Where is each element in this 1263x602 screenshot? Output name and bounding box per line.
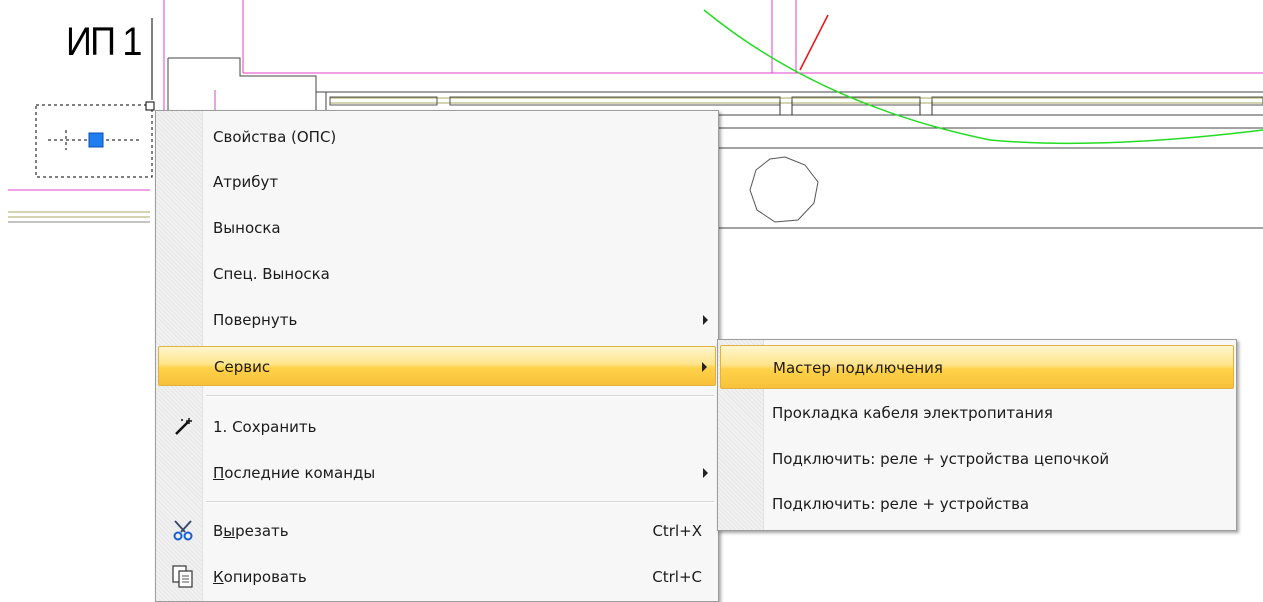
label-part: резать <box>235 522 289 540</box>
label-part: В <box>213 522 224 540</box>
label-part: опировать <box>223 568 307 586</box>
selection-grip[interactable] <box>88 132 104 148</box>
menu-separator <box>206 395 714 397</box>
menu-item-label: Повернуть <box>213 311 298 329</box>
menu-item-label: Свойства (ОПС) <box>213 128 337 146</box>
access-key: ы <box>223 522 236 540</box>
menu-item-attribute[interactable]: Атрибут <box>158 162 716 202</box>
device-label: ИП 1 <box>66 20 142 64</box>
label-part: оследние команды <box>224 464 376 482</box>
menu-item-properties[interactable]: Свойства (ОПС) <box>158 117 716 157</box>
context-menu: Свойства (ОПС) Атрибут Выноска Спец. Вын… <box>155 110 719 602</box>
menu-item-callout[interactable]: Выноска <box>158 208 716 248</box>
menu-item-label: Подключить: реле + устройства цепочкой <box>772 450 1110 468</box>
access-key: П <box>213 464 225 482</box>
menu-item-cut[interactable]: Вырезать Ctrl+X <box>158 511 716 551</box>
menu-item-label: Последние команды <box>213 464 375 482</box>
access-key: К <box>213 568 224 586</box>
service-submenu: Мастер подключения Прокладка кабеля элек… <box>717 339 1237 531</box>
submenu-arrow-icon <box>702 362 707 372</box>
menu-item-label: Мастер подключения <box>773 359 943 377</box>
menu-item-shortcut: Ctrl+X <box>652 522 702 540</box>
menu-item-label: Подключить: реле + устройства <box>772 495 1030 513</box>
menu-item-rotate[interactable]: Повернуть <box>158 300 716 340</box>
copy-icon <box>172 565 193 588</box>
menu-item-recent-commands[interactable]: Последние команды <box>158 453 716 493</box>
menu-separator <box>206 501 714 503</box>
menu-item-service[interactable]: Сервис <box>158 346 716 386</box>
menu-item-label: Прокладка кабеля электропитания <box>772 404 1053 422</box>
menu-item-label: Атрибут <box>213 173 279 191</box>
submenu-arrow-icon <box>703 315 708 325</box>
menu-item-label: Спец. Выноска <box>213 265 330 283</box>
menu-item-label: Копировать <box>213 568 307 586</box>
menu-item-shortcut: Ctrl+C <box>652 568 702 586</box>
menu-item-label: Выноска <box>213 219 281 237</box>
menu-item-save[interactable]: 1. Сохранить <box>158 407 716 447</box>
wand-icon <box>175 418 192 435</box>
submenu-item-power-cable-routing[interactable]: Прокладка кабеля электропитания <box>720 391 1234 435</box>
submenu-arrow-icon <box>703 468 708 478</box>
menu-item-copy[interactable]: Копировать Ctrl+C <box>158 557 716 597</box>
menu-item-label: Вырезать <box>213 522 289 540</box>
submenu-item-connection-wizard[interactable]: Мастер подключения <box>720 345 1234 389</box>
submenu-item-connect-relay-chain[interactable]: Подключить: реле + устройства цепочкой <box>720 437 1234 481</box>
menu-item-label: Сервис <box>214 358 271 376</box>
menu-item-label: 1. Сохранить <box>213 418 317 436</box>
scissors-icon <box>173 520 193 541</box>
submenu-item-connect-relay-devices[interactable]: Подключить: реле + устройства <box>720 482 1234 526</box>
menu-item-special-callout[interactable]: Спец. Выноска <box>158 254 716 294</box>
